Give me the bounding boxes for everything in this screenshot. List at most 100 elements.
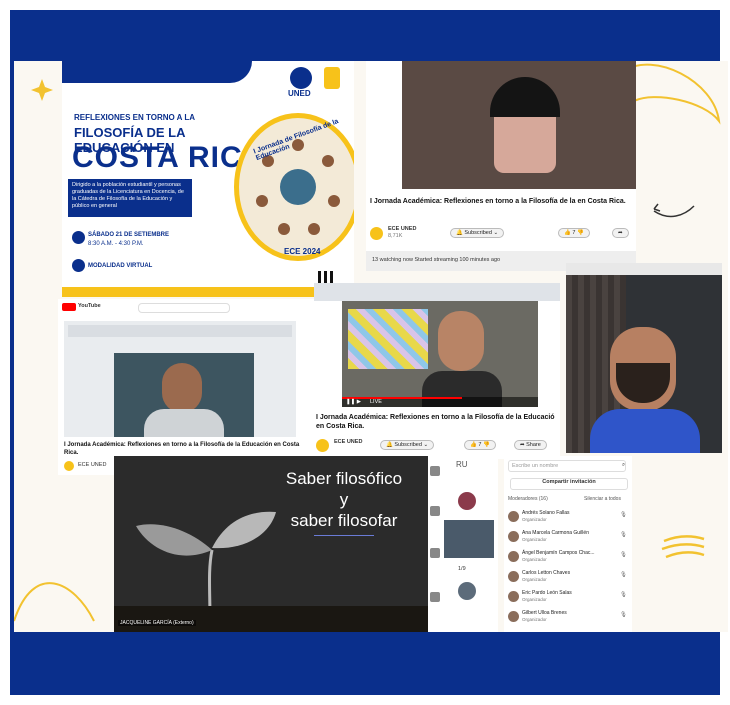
channel-name[interactable]: ECE UNED <box>334 439 362 445</box>
participant-name: Gilbert Ulloa Brenes <box>522 610 567 616</box>
subscribe-button[interactable]: 🔔 Subscribed ⌄ <box>450 228 505 238</box>
like-count: 7 <box>572 230 576 236</box>
poster-audience: Dirigido a la población estudiantil y pe… <box>68 179 192 217</box>
mic-off-icon <box>430 466 440 476</box>
video-player[interactable] <box>64 321 296 437</box>
participant-name: Andrés Solano Fallas <box>522 510 570 516</box>
slide-line3: saber filosofar <box>290 511 398 530</box>
avatar <box>508 531 519 542</box>
youtube-video-panel-2: ❚❚ ▶ LIVE I Jornada Académica: Reflexion… <box>314 283 560 459</box>
globe-icon <box>72 259 85 272</box>
poster-bottom-band <box>62 287 354 297</box>
mic-icon[interactable]: 🎙 <box>620 512 627 518</box>
mic-off-icon <box>430 548 440 558</box>
video-player[interactable]: ❚❚ ▶ LIVE <box>342 301 538 407</box>
participant-role: Organizador <box>522 577 547 582</box>
thumbs-down-icon: 👎 <box>482 442 490 448</box>
like-count: 7 <box>478 442 482 448</box>
avatar <box>508 571 519 582</box>
share-invite-button[interactable]: Compartir invitación <box>510 478 628 490</box>
participant-name: Ángel Benjamín Campos Chac... <box>522 550 595 556</box>
speaker-shirt <box>144 409 224 437</box>
youtube-logo-icon <box>62 303 76 311</box>
speaker-caption: JACQUELINE GARCÍA (Externo) <box>118 620 196 626</box>
search-input[interactable]: Escribe un nombre <box>508 460 626 472</box>
live-indicator: LIVE <box>370 399 382 405</box>
player-controls[interactable]: ❚❚ ▶ LIVE <box>342 397 538 407</box>
participant-column: RU 1/9 <box>428 456 498 632</box>
doodle-curve-icon <box>14 582 95 622</box>
list-item[interactable]: Ángel Benjamín Campos Chac... Organizador… <box>508 548 630 566</box>
participant-role: Organizador <box>522 617 547 622</box>
window-toolbar <box>566 263 722 275</box>
slide-line2: y <box>339 490 349 509</box>
list-item[interactable]: Ana Marcela Carmona Guillén Organizador 🎙 <box>508 528 630 546</box>
participant-name: Ana Marcela Carmona Guillén <box>522 530 589 536</box>
speaker-face <box>162 363 202 413</box>
participants-panel: Escribe un nombre ⌕ Compartir invitación… <box>504 456 632 632</box>
presentation-slide: Saber filosófico y saber filosofar JACQU… <box>114 456 434 632</box>
mic-icon[interactable]: 🎙 <box>620 532 627 538</box>
like-button[interactable]: 👍 7 👎 <box>558 228 590 238</box>
search-input[interactable] <box>138 303 230 313</box>
mic-icon[interactable]: 🎙 <box>620 592 627 598</box>
share-button[interactable]: ➦ Share <box>514 440 547 450</box>
subscribe-label: Subscribed <box>464 230 492 236</box>
mic-icon[interactable]: 🎙 <box>620 612 627 618</box>
participant-role: Organizador <box>522 557 547 562</box>
share-invite-label: Compartir invitación <box>542 479 596 485</box>
poster-title-line1: REFLEXIONES EN TORNO A LA <box>74 113 196 122</box>
participant-strip <box>68 325 292 337</box>
bell-icon: 🔔 <box>386 442 393 448</box>
like-button[interactable]: 👍 7 👎 <box>464 440 496 450</box>
channel-avatar[interactable] <box>64 461 74 471</box>
share-icon[interactable]: ➦ <box>612 228 629 238</box>
pager[interactable]: 1/9 <box>458 566 466 572</box>
video-player[interactable] <box>402 61 636 189</box>
mic-icon[interactable]: 🎙 <box>620 552 627 558</box>
live-status: 13 watching now Started streaming 100 mi… <box>372 257 501 263</box>
slide-line1: Saber filosófico <box>285 469 403 488</box>
soil <box>114 606 434 632</box>
wave-lines-icon <box>661 535 705 559</box>
youtube-page: YouTube I Jornada Académica: Reflexiones… <box>58 299 314 475</box>
speaker-shirt <box>590 409 700 453</box>
mic-icon[interactable]: 🎙 <box>620 572 627 578</box>
channel-avatar[interactable] <box>316 439 329 452</box>
list-item[interactable]: Andrés Solano Fallas Organizador 🎙 <box>508 508 630 526</box>
speaker-camera <box>114 353 254 437</box>
youtube-brand: YouTube <box>78 303 101 309</box>
channel-name[interactable]: ECE UNED <box>388 226 416 232</box>
video-title[interactable]: I Jornada Académica: Reflexiones en torn… <box>370 197 632 206</box>
poster-time: 8:30 A.M. - 4:30 P.M. <box>88 241 144 247</box>
avatar <box>508 591 519 602</box>
participant-name: Eric Pardo León Salas <box>522 590 572 596</box>
search-icon[interactable]: ⌕ <box>622 462 625 469</box>
participant-avatar[interactable] <box>458 582 476 600</box>
video-title[interactable]: I Jornada Académica: Reflexiones en torn… <box>64 441 304 457</box>
participant-role: Organizador <box>522 537 547 542</box>
play-icon[interactable]: ❚❚ ▶ <box>346 399 361 405</box>
uned-logo-icon <box>290 67 312 89</box>
participant-avatar[interactable] <box>458 492 476 510</box>
subscribe-button[interactable]: 🔔 Subscribed ⌄ <box>380 440 435 450</box>
slide-text: Saber filosófico y saber filosofar <box>264 468 424 536</box>
video-title[interactable]: I Jornada Académica: Reflexiones en torn… <box>316 413 560 431</box>
channel-avatar[interactable] <box>370 227 383 240</box>
channel-subs: 8,71K <box>388 233 403 239</box>
participant-tile[interactable] <box>444 520 494 558</box>
section-header: Moderadores (16) <box>508 496 548 502</box>
silence-all-button[interactable]: Silenciar a todos <box>584 496 621 502</box>
participant-strip <box>314 283 560 301</box>
poster-top-band <box>62 61 252 83</box>
avatar <box>508 511 519 522</box>
ece-logo-icon <box>324 67 340 89</box>
channel-name[interactable]: ECE UNED <box>78 462 106 468</box>
thumbs-down-icon: 👎 <box>576 230 584 236</box>
list-item[interactable]: Eric Pardo León Salas Organizador 🎙 <box>508 588 630 606</box>
list-item[interactable]: Carlos Letton Chaves Organizador 🎙 <box>508 568 630 586</box>
participant-initials: RU <box>456 460 468 469</box>
list-item[interactable]: Gilbert Ulloa Brenes Organizador 🎙 <box>508 608 630 626</box>
mic-off-icon <box>430 506 440 516</box>
thumbs-up-icon: 👍 <box>564 230 571 236</box>
